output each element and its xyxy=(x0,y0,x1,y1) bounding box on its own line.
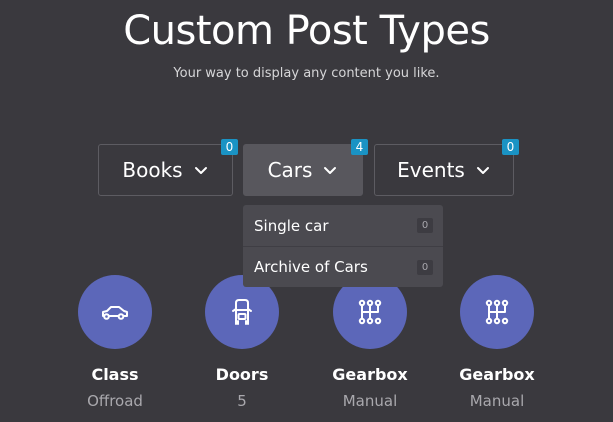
dropdown-cars-label: Cars xyxy=(267,158,313,182)
feature-value: Manual xyxy=(469,392,525,410)
count-badge: 0 xyxy=(221,139,238,155)
feature-gearbox: Gearbox Manual xyxy=(305,275,435,410)
dropdown-events-label: Events xyxy=(397,158,465,182)
menu-item-label: Single car xyxy=(254,216,329,235)
feature-icon-circle xyxy=(78,275,152,349)
feature-name: Gearbox xyxy=(332,365,408,384)
count-badge: 4 xyxy=(351,139,368,155)
chevron-down-icon xyxy=(324,167,337,174)
chevron-down-icon xyxy=(476,167,489,174)
feature-value: Offroad xyxy=(87,392,143,410)
page-subtitle: Your way to display any content you like… xyxy=(173,66,440,81)
car-door-icon xyxy=(232,299,252,325)
cars-dropdown-menu: Single car 0 Archive of Cars 0 xyxy=(243,205,443,287)
chevron-down-icon xyxy=(194,167,207,174)
menu-item-label: Archive of Cars xyxy=(254,258,368,276)
feature-class: Class Offroad xyxy=(50,275,180,410)
page-title: Custom Post Types xyxy=(123,8,490,54)
feature-doors: Doors 5 xyxy=(177,275,307,410)
feature-value: 5 xyxy=(237,392,247,410)
dropdown-cars[interactable]: Cars 4 xyxy=(243,139,368,196)
dropdown-books-label: Books xyxy=(122,158,183,182)
menu-item-count: 0 xyxy=(417,218,433,233)
gear-shift-icon xyxy=(485,299,509,325)
feature-name: Class xyxy=(91,365,139,384)
feature-name: Gearbox xyxy=(459,365,535,384)
count-badge: 0 xyxy=(502,139,519,155)
menu-item-single-car[interactable]: Single car 0 xyxy=(243,205,443,246)
car-icon xyxy=(102,306,128,320)
gear-shift-icon xyxy=(358,299,382,325)
dropdown-books[interactable]: Books 0 xyxy=(98,139,238,196)
dropdown-events[interactable]: Events 0 xyxy=(374,139,519,196)
feature-icon-circle xyxy=(460,275,534,349)
feature-value: Manual xyxy=(342,392,398,410)
feature-name: Doors xyxy=(215,365,269,384)
menu-item-count: 0 xyxy=(417,259,433,275)
feature-gearbox: Gearbox Manual xyxy=(432,275,562,410)
menu-item-archive-of-cars[interactable]: Archive of Cars 0 xyxy=(243,246,443,287)
